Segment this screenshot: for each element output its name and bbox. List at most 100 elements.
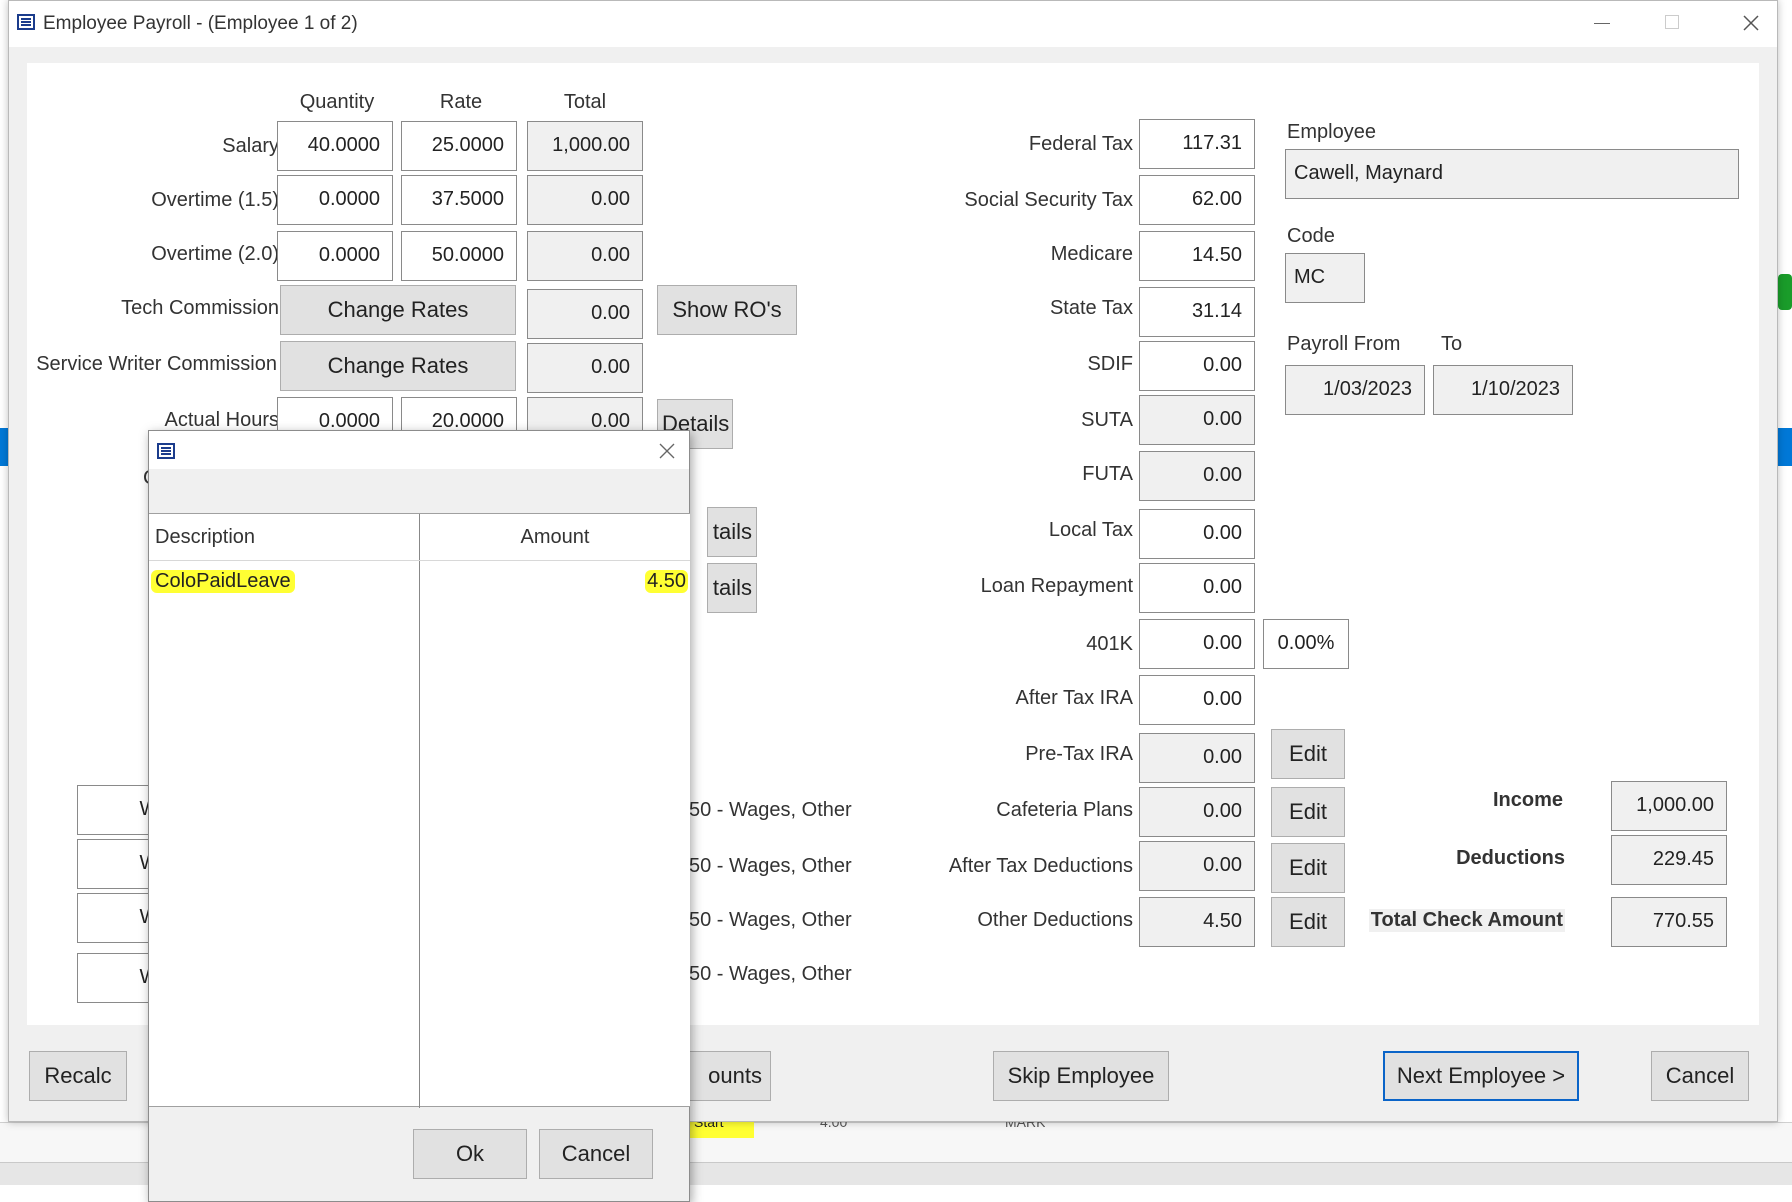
401k-label: 401K [1086, 633, 1133, 655]
payroll-to-label: To [1441, 333, 1463, 355]
after-tax-deductions-edit-button[interactable]: Edit [1271, 843, 1345, 893]
loan-repayment-label: Loan Repayment [980, 575, 1133, 597]
suta-label: SUTA [1081, 409, 1133, 431]
other-deductions-field: 4.50 [1139, 897, 1255, 947]
other-deductions-edit-button[interactable]: Edit [1271, 897, 1345, 947]
accounts-button-label: ounts [708, 1063, 762, 1088]
payroll-from-label: Payroll From [1287, 333, 1401, 355]
401k-input[interactable]: 0.00 [1139, 619, 1255, 669]
salary-total-field: 1,000.00 [527, 121, 643, 171]
maximize-icon[interactable] [1665, 15, 1679, 29]
title-bar: Employee Payroll - (Employee 1 of 2) [9, 1, 1777, 47]
column-divider [419, 514, 420, 1108]
service-writer-commission-label: Service Writer Commission [36, 353, 277, 375]
other-deductions-label: Other Deductions [977, 909, 1133, 931]
overtime-15-rate-input[interactable]: 37.5000 [401, 175, 517, 225]
overtime-20-label: Overtime (2.0) [151, 243, 279, 265]
deduction-description: ColoPaidLeave [151, 570, 295, 593]
deductions-list[interactable]: Description Amount ColoPaidLeave 4.50 [149, 513, 690, 1108]
header-quantity: Quantity [299, 91, 375, 113]
social-security-tax-input[interactable]: 62.00 [1139, 175, 1255, 225]
federal-tax-input[interactable]: 117.31 [1139, 119, 1255, 169]
medicare-input[interactable]: 14.50 [1139, 231, 1255, 281]
list-item[interactable]: ColoPaidLeave 4.50 [149, 566, 690, 596]
writer-change-rates-button[interactable]: Change Rates [280, 341, 516, 391]
social-security-tax-label: Social Security Tax [964, 189, 1133, 211]
salary-quantity-input[interactable]: 40.0000 [277, 121, 393, 171]
salary-label: Salary [222, 135, 279, 157]
wages-row-1-account: 50 - Wages, Other [689, 799, 852, 821]
after-tax-ira-label: After Tax IRA [1015, 687, 1133, 709]
payroll-from-date: 1/03/2023 [1285, 365, 1425, 415]
dialog-app-icon [157, 443, 175, 459]
minimize-icon[interactable] [1594, 23, 1610, 24]
wages-row-2-account: 50 - Wages, Other [689, 855, 852, 877]
code-label: Code [1287, 225, 1335, 247]
details-button-2[interactable]: tails [707, 507, 757, 557]
futa-label: FUTA [1082, 463, 1133, 485]
salary-rate-input[interactable]: 25.0000 [401, 121, 517, 171]
pre-tax-ira-label: Pre-Tax IRA [1025, 743, 1133, 765]
overtime-20-quantity-input[interactable]: 0.0000 [277, 231, 393, 281]
cafeteria-plans-label: Cafeteria Plans [996, 799, 1133, 821]
pre-tax-ira-edit-button[interactable]: Edit [1271, 729, 1345, 779]
income-field: 1,000.00 [1611, 781, 1727, 831]
after-tax-ira-input[interactable]: 0.00 [1139, 675, 1255, 725]
loan-repayment-input[interactable]: 0.00 [1139, 563, 1255, 613]
recalc-button[interactable]: Recalc [29, 1051, 127, 1101]
close-icon[interactable] [1743, 15, 1759, 31]
dialog-close-icon[interactable] [659, 443, 675, 459]
show-ros-button[interactable]: Show RO's [657, 285, 797, 335]
deduction-amount: 4.50 [645, 570, 688, 593]
app-icon [17, 14, 35, 30]
tech-commission-label: Tech Commission [121, 297, 279, 319]
overtime-20-rate-input[interactable]: 50.0000 [401, 231, 517, 281]
after-tax-deductions-label: After Tax Deductions [948, 855, 1133, 877]
details-button-2-label: tails [712, 519, 752, 544]
writer-commission-total-field: 0.00 [527, 343, 643, 393]
employee-code-field: MC [1285, 253, 1365, 303]
background-blue-marker-right [1778, 428, 1792, 466]
payroll-to-date: 1/10/2023 [1433, 365, 1573, 415]
background-green-icon [1778, 274, 1792, 310]
pre-tax-ira-field: 0.00 [1139, 733, 1255, 783]
details-button-3-label: tails [712, 575, 752, 600]
state-tax-input[interactable]: 31.14 [1139, 287, 1255, 337]
after-tax-deductions-field: 0.00 [1139, 841, 1255, 891]
cafeteria-plans-field: 0.00 [1139, 787, 1255, 837]
column-header-amount[interactable]: Amount [421, 526, 689, 549]
overtime-15-label: Overtime (1.5) [151, 189, 279, 211]
overtime-15-quantity-input[interactable]: 0.0000 [277, 175, 393, 225]
column-header-description[interactable]: Description [155, 526, 255, 549]
employee-name-field: Cawell, Maynard [1285, 149, 1739, 199]
income-label: Income [1492, 789, 1563, 811]
suta-field: 0.00 [1139, 395, 1255, 445]
wages-row-3-account: 50 - Wages, Other [689, 909, 852, 931]
sdif-label: SDIF [1087, 353, 1133, 375]
next-employee-button[interactable]: Next Employee > [1383, 1051, 1579, 1101]
background-blue-marker-left [0, 428, 8, 466]
cancel-button[interactable]: Cancel [1651, 1051, 1749, 1101]
deductions-label: Deductions [1456, 847, 1565, 869]
futa-field: 0.00 [1139, 451, 1255, 501]
local-tax-input[interactable]: 0.00 [1139, 509, 1255, 559]
header-rate: Rate [439, 91, 483, 113]
sdif-input[interactable]: 0.00 [1139, 341, 1255, 391]
tech-commission-total-field: 0.00 [527, 289, 643, 339]
skip-employee-button[interactable]: Skip Employee [993, 1051, 1169, 1101]
dialog-ok-button[interactable]: Ok [413, 1129, 527, 1179]
cafeteria-plans-edit-button[interactable]: Edit [1271, 787, 1345, 837]
deductions-detail-dialog: Description Amount ColoPaidLeave 4.50 Ok… [148, 430, 690, 1202]
overtime-20-total-field: 0.00 [527, 231, 643, 281]
federal-tax-label: Federal Tax [1028, 133, 1133, 155]
dialog-title-bar [149, 431, 689, 469]
employee-label: Employee [1287, 121, 1376, 143]
state-tax-label: State Tax [1049, 297, 1133, 319]
accounts-button[interactable]: ounts [689, 1051, 771, 1101]
window-title: Employee Payroll - (Employee 1 of 2) [43, 13, 358, 34]
tech-change-rates-button[interactable]: Change Rates [280, 285, 516, 335]
401k-percent-input[interactable]: 0.00% [1263, 619, 1349, 669]
details-button-3[interactable]: tails [707, 563, 757, 613]
total-check-amount-field: 770.55 [1611, 897, 1727, 947]
dialog-cancel-button[interactable]: Cancel [539, 1129, 653, 1179]
